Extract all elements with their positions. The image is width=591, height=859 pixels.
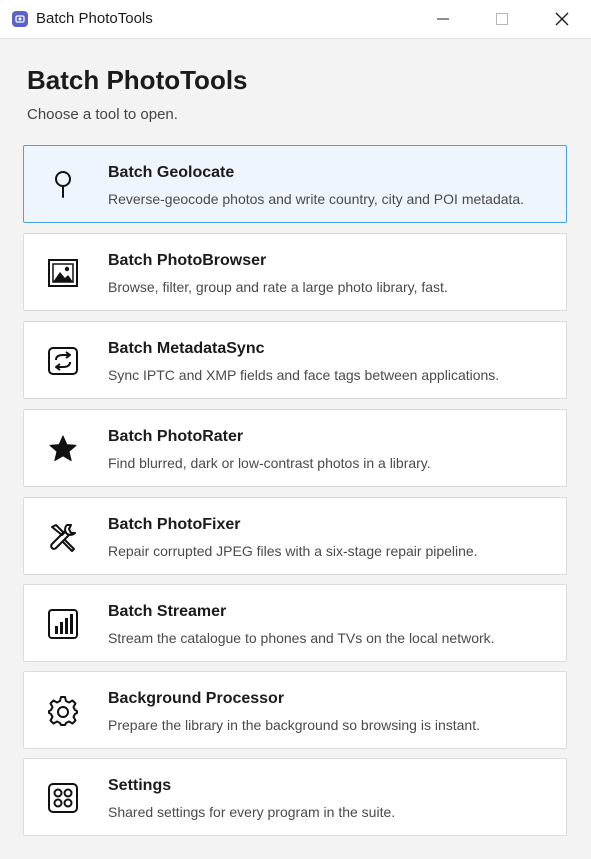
title-bar[interactable]: Batch PhotoTools bbox=[0, 0, 591, 39]
window-title: Batch PhotoTools bbox=[36, 10, 153, 27]
sync-icon bbox=[47, 345, 79, 377]
tool-card-batch-photofixer[interactable]: Batch PhotoFixer Repair corrupted JPEG f… bbox=[23, 497, 567, 575]
page-title: Batch PhotoTools bbox=[27, 65, 248, 95]
tool-description: Shared settings for every program in the… bbox=[108, 804, 396, 820]
minimize-icon bbox=[437, 18, 449, 20]
tool-card-batch-photorater[interactable]: Batch PhotoRater Find blurred, dark or l… bbox=[23, 409, 567, 487]
star-icon bbox=[47, 433, 79, 465]
tools-icon bbox=[47, 521, 79, 553]
map-pin-icon bbox=[47, 169, 79, 201]
tool-description: Prepare the library in the background so… bbox=[108, 717, 480, 733]
close-icon bbox=[555, 12, 569, 26]
tool-title: Batch MetadataSync bbox=[108, 340, 265, 357]
tool-title: Batch PhotoBrowser bbox=[108, 252, 267, 269]
photo-icon bbox=[47, 257, 79, 289]
settings-panel-icon bbox=[47, 782, 79, 814]
tool-card-background-processor[interactable]: Background Processor Prepare the library… bbox=[23, 671, 567, 749]
tool-description: Stream the catalogue to phones and TVs o… bbox=[108, 630, 495, 646]
tool-description: Find blurred, dark or low-contrast photo… bbox=[108, 455, 431, 471]
maximize-button[interactable] bbox=[473, 0, 531, 38]
tool-description: Reverse-geocode photos and write country… bbox=[108, 191, 525, 207]
tool-title: Batch PhotoFixer bbox=[108, 516, 241, 533]
signal-bars-icon bbox=[47, 608, 79, 640]
tool-card-batch-metadatasync[interactable]: Batch MetadataSync Sync IPTC and XMP fie… bbox=[23, 321, 567, 399]
main-content: Batch PhotoTools Choose a tool to open. … bbox=[0, 39, 591, 859]
tool-title: Batch PhotoRater bbox=[108, 428, 244, 445]
gear-icon bbox=[47, 695, 79, 727]
tool-card-batch-streamer[interactable]: Batch Streamer Stream the catalogue to p… bbox=[23, 584, 567, 662]
app-window: Batch PhotoTools Batch PhotoTools Choose… bbox=[0, 0, 591, 859]
tool-description: Repair corrupted JPEG files with a six-s… bbox=[108, 543, 478, 559]
tool-card-batch-photobrowser[interactable]: Batch PhotoBrowser Browse, filter, group… bbox=[23, 233, 567, 311]
tool-title: Settings bbox=[108, 777, 172, 794]
app-icon bbox=[12, 11, 28, 27]
tool-description: Sync IPTC and XMP fields and face tags b… bbox=[108, 367, 500, 383]
tool-card-settings[interactable]: Settings Shared settings for every progr… bbox=[23, 758, 567, 836]
tool-title: Batch Geolocate bbox=[108, 164, 235, 181]
tool-title: Batch Streamer bbox=[108, 603, 227, 620]
minimize-button[interactable] bbox=[414, 0, 472, 38]
tool-card-batch-geolocate[interactable]: Batch Geolocate Reverse-geocode photos a… bbox=[23, 145, 567, 223]
tool-description: Browse, filter, group and rate a large p… bbox=[108, 279, 448, 295]
page-subtitle: Choose a tool to open. bbox=[27, 106, 178, 123]
close-button[interactable] bbox=[533, 0, 591, 38]
tool-title: Background Processor bbox=[108, 690, 285, 707]
maximize-icon bbox=[496, 13, 508, 25]
